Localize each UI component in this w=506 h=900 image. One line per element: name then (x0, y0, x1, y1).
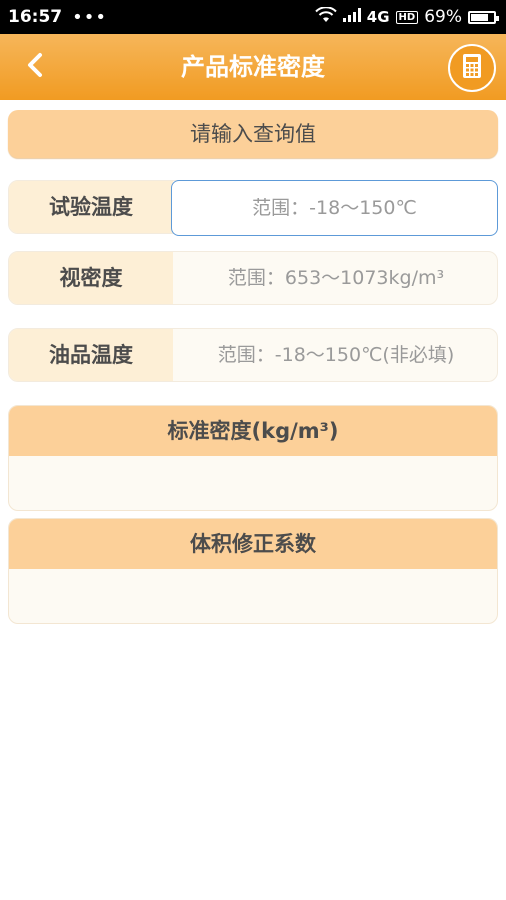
status-time: 16:57 (8, 7, 63, 27)
page-title: 产品标准密度 (181, 53, 325, 81)
query-banner: 请输入查询值 (8, 110, 498, 158)
hd-badge: HD (395, 10, 419, 24)
test-temperature-input[interactable] (171, 180, 498, 236)
apparent-density-input[interactable] (173, 252, 497, 304)
status-more-dots: ••• (72, 6, 107, 28)
standard-density-result: 标准密度(kg/m³) (8, 405, 498, 511)
calculator-button[interactable] (448, 44, 496, 92)
calculator-icon (462, 53, 482, 83)
standard-density-value (9, 456, 497, 510)
volume-correction-result: 体积修正系数 (8, 518, 498, 624)
field-row-oil-temperature: 油品温度 (8, 328, 498, 382)
volume-correction-value (9, 569, 497, 623)
status-bar: 16:57 ••• 4G HD 69% (0, 0, 506, 34)
standard-density-title: 标准密度(kg/m³) (9, 406, 497, 456)
test-temperature-label: 试验温度 (9, 181, 173, 233)
oil-temperature-input[interactable] (173, 329, 497, 381)
oil-temperature-label: 油品温度 (9, 329, 173, 381)
wifi-icon (315, 5, 337, 28)
apparent-density-label: 视密度 (9, 252, 173, 304)
status-indicators: 4G HD 69% (315, 5, 499, 28)
chevron-left-icon (25, 52, 45, 82)
back-button[interactable] (18, 50, 52, 84)
volume-correction-title: 体积修正系数 (9, 519, 497, 569)
title-bar: 产品标准密度 (0, 34, 506, 100)
battery-icon (468, 10, 499, 24)
network-type: 4G (366, 8, 390, 26)
field-row-apparent-density: 视密度 (8, 251, 498, 305)
battery-percent: 69% (424, 7, 462, 27)
signal-icon (342, 7, 361, 27)
